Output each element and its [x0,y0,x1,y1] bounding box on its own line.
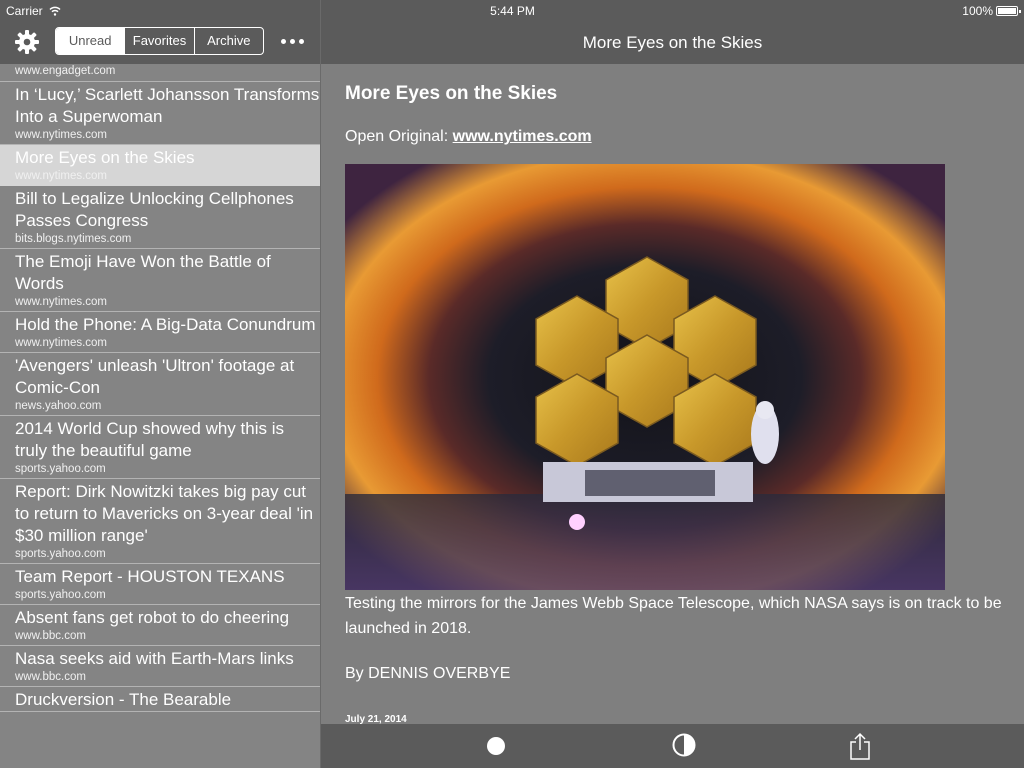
list-item-title: Druckversion - The Bearable [15,690,232,709]
list-item-domain: www.bbc.com [15,671,86,683]
list-item-title: The Emoji Have Won the Battle of Words [15,252,271,293]
battery-icon [996,6,1021,16]
list-item-domain: sports.yahoo.com [15,548,106,560]
segmented-control: Unread Favorites Archive [55,27,264,55]
list-item-title: Team Report - HOUSTON TEXANS [15,567,285,586]
list-item[interactable]: www.engadget.com [0,64,320,82]
list-item-domain: www.nytimes.com [15,129,108,141]
byline: By DENNIS OVERBYE [345,665,511,682]
list-item-title: In ‘Lucy,’ Scarlett Johansson Transforms… [15,85,320,126]
wifi-icon [49,6,61,16]
list-item-domain: sports.yahoo.com [15,589,106,601]
image-caption: Testing the mirrors for the James Webb S… [345,595,1002,637]
carrier-label: Carrier [6,4,43,18]
list-item-title: Bill to Legalize Unlocking Cellphones Pa… [15,189,294,230]
article-image [345,164,945,590]
share-icon[interactable] [849,732,871,760]
list-item[interactable]: Druckversion - The Bearable [0,687,320,712]
list-item[interactable]: Team Report - HOUSTON TEXANS sports.yaho… [0,564,320,605]
list-item[interactable]: Bill to Legalize Unlocking Cellphones Pa… [0,186,320,249]
list-item-domain: news.yahoo.com [15,400,102,412]
list-item-title: Hold the Phone: A Big-Data Conundrum [15,315,316,334]
article-pane: 5:44 PM 100% More Eyes on the Skies More… [321,0,1024,768]
tab-favorites[interactable]: Favorites [124,28,193,54]
sidebar: Carrier Unread Favorites Archive www.eng… [0,0,321,768]
list-item-selected[interactable]: More Eyes on the Skies www.nytimes.com [0,145,320,186]
list-item-domain: www.bbc.com [15,630,86,642]
dot-icon[interactable] [487,737,505,755]
tab-unread[interactable]: Unread [56,28,125,54]
status-battery: 100% [962,4,1021,18]
navigation-bar: 5:44 PM 100% More Eyes on the Skies [321,0,1024,64]
bottom-toolbar [321,724,1024,768]
list-item-title: Nasa seeks aid with Earth-Mars links [15,649,294,668]
article-list: www.engadget.com In ‘Lucy,’ Scarlett Joh… [0,64,320,712]
status-carrier: Carrier [6,4,61,18]
nav-title: More Eyes on the Skies [582,33,763,52]
list-item-title: Report: Dirk Nowitzki takes big pay cut … [15,482,314,545]
list-item-domain: www.engadget.com [15,65,116,77]
list-item-title: More Eyes on the Skies [15,148,195,167]
list-item-domain: www.nytimes.com [15,337,108,349]
gear-icon[interactable] [14,29,40,55]
list-item[interactable]: Absent fans get robot to do cheering www… [0,605,320,646]
list-item[interactable]: 'Avengers' unleash 'Ultron' footage at C… [0,353,320,416]
list-item[interactable]: Nasa seeks aid with Earth-Mars links www… [0,646,320,687]
open-original: Open Original: www.nytimes.com [345,128,1005,146]
list-item-title: 2014 World Cup showed why this is truly … [15,419,284,460]
tab-archive[interactable]: Archive [193,28,263,54]
list-item[interactable]: Report: Dirk Nowitzki takes big pay cut … [0,479,320,564]
contrast-icon[interactable] [672,733,696,757]
article-content: More Eyes on the Skies Open Original: ww… [345,64,1005,725]
list-item-domain: www.nytimes.com [15,296,108,308]
list-item[interactable]: In ‘Lucy,’ Scarlett Johansson Transforms… [0,82,320,145]
sidebar-toolbar: Carrier Unread Favorites Archive [0,0,320,64]
list-item[interactable]: The Emoji Have Won the Battle of Words w… [0,249,320,312]
list-item[interactable]: 2014 World Cup showed why this is truly … [0,416,320,479]
open-original-label: Open Original: [345,128,449,145]
list-item-domain: sports.yahoo.com [15,463,106,475]
list-item[interactable]: Hold the Phone: A Big-Data Conundrum www… [0,312,320,353]
telescope-mirror-image [345,164,945,590]
open-original-link[interactable]: www.nytimes.com [453,128,592,145]
list-item-title: 'Avengers' unleash 'Ultron' footage at C… [15,356,295,397]
list-item-domain: www.nytimes.com [15,170,108,182]
battery-label: 100% [962,4,993,18]
more-icon[interactable] [281,39,304,44]
list-item-domain: bits.blogs.nytimes.com [15,233,132,245]
list-item-title: Absent fans get robot to do cheering [15,608,290,627]
article-title: More Eyes on the Skies [345,83,558,104]
status-time: 5:44 PM [490,4,535,18]
